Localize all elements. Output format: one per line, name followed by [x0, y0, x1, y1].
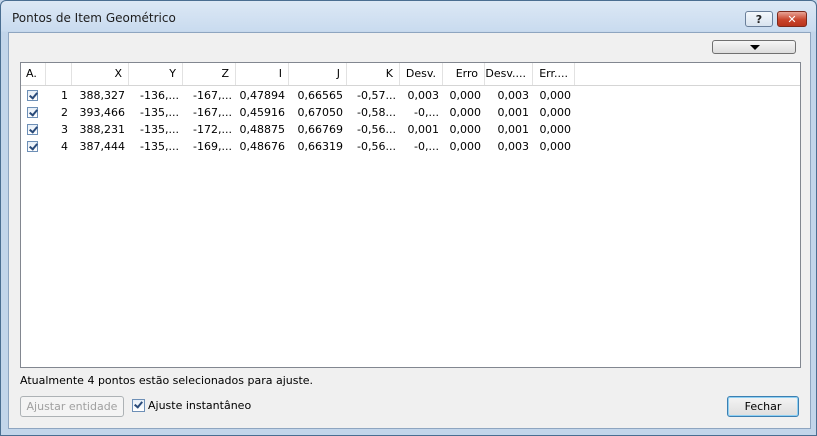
column-header[interactable]: X: [72, 63, 129, 85]
dropdown-arrow-icon: [750, 45, 760, 50]
cell-z: -172,...: [193, 123, 232, 136]
cell-y: -136,...: [140, 89, 179, 102]
points-table[interactable]: A. X Y Z I J K Desv. Erro Desv.... Err.... 1 388,32…: [20, 62, 801, 368]
table-row[interactable]: 1 388,327 -136,... -167,... 0,47894 0,66565 -0…: [21, 87, 800, 104]
cell-y: -135,...: [140, 123, 179, 136]
instant-adjust-checkbox[interactable]: [132, 399, 145, 412]
column-header[interactable]: J: [289, 63, 347, 85]
cell-x: 388,327: [79, 89, 126, 102]
cell-err2: 0,000: [539, 106, 572, 119]
dialog-window: Pontos de Item Geométrico ? ✕ A. X Y Z I J K De…: [0, 0, 817, 436]
title-bar[interactable]: Pontos de Item Geométrico ? ✕: [1, 1, 816, 33]
cell-i: 0,45916: [239, 106, 286, 119]
cell-erro: 0,000: [449, 89, 482, 102]
cell-desv2: 0,001: [497, 106, 530, 119]
column-header[interactable]: I: [236, 63, 289, 85]
cell-i: 0,47894: [239, 89, 286, 102]
cell-n: 4: [61, 140, 68, 153]
cell-desv: -0,...: [414, 140, 439, 153]
column-header[interactable]: Desv.: [400, 63, 443, 85]
cell-z: -167,...: [193, 89, 232, 102]
cell-err2: 0,000: [539, 123, 572, 136]
cell-desv2: 0,003: [497, 140, 530, 153]
column-header[interactable]: Y: [129, 63, 183, 85]
cell-j: 0,66565: [297, 89, 344, 102]
cell-z: -167,...: [193, 106, 232, 119]
adjust-entity-button[interactable]: Ajustar entidade: [20, 396, 124, 417]
cell-n: 3: [61, 123, 68, 136]
dialog-client-area: A. X Y Z I J K Desv. Erro Desv.... Err.... 1 388,32…: [8, 32, 811, 429]
table-row[interactable]: 4 387,444 -135,... -169,... 0,48676 0,66319 -0…: [21, 138, 800, 155]
cell-err2: 0,000: [539, 140, 572, 153]
help-button[interactable]: ?: [745, 11, 773, 27]
cell-j: 0,66769: [297, 123, 344, 136]
cell-k: -0,58...: [357, 106, 396, 119]
cell-i: 0,48676: [239, 140, 286, 153]
cell-desv: 0,001: [407, 123, 440, 136]
cell-j: 0,67050: [297, 106, 344, 119]
column-header[interactable]: Desv....: [485, 63, 533, 85]
table-row[interactable]: 3 388,231 -135,... -172,... 0,48875 0,66769 -0…: [21, 121, 800, 138]
cell-x: 387,444: [79, 140, 126, 153]
cell-j: 0,66319: [297, 140, 344, 153]
row-checkbox[interactable]: [27, 141, 38, 152]
cell-desv: 0,003: [407, 89, 440, 102]
cell-erro: 0,000: [449, 140, 482, 153]
table-header: A. X Y Z I J K Desv. Erro Desv.... Err....: [21, 63, 800, 86]
column-header[interactable]: [46, 63, 72, 85]
column-header[interactable]: K: [347, 63, 400, 85]
row-checkbox[interactable]: [27, 107, 38, 118]
cell-k: -0,56...: [357, 123, 396, 136]
row-checkbox[interactable]: [27, 90, 38, 101]
column-header[interactable]: Z: [183, 63, 236, 85]
close-button[interactable]: Fechar: [727, 396, 799, 417]
cell-desv2: 0,003: [497, 89, 530, 102]
cell-k: -0,56...: [357, 140, 396, 153]
cell-erro: 0,000: [449, 123, 482, 136]
cell-x: 388,231: [79, 123, 126, 136]
cell-n: 1: [61, 89, 68, 102]
cell-err2: 0,000: [539, 89, 572, 102]
cell-desv2: 0,001: [497, 123, 530, 136]
cell-y: -135,...: [140, 140, 179, 153]
cell-desv: -0,...: [414, 106, 439, 119]
column-header[interactable]: Err....: [533, 63, 575, 85]
cell-i: 0,48875: [239, 123, 286, 136]
window-title: Pontos de Item Geométrico: [12, 11, 176, 25]
cell-erro: 0,000: [449, 106, 482, 119]
options-menu-button[interactable]: [712, 40, 796, 54]
status-text: Atualmente 4 pontos estão selecionados p…: [20, 374, 314, 387]
column-header[interactable]: A.: [21, 63, 46, 85]
column-header[interactable]: Erro: [443, 63, 485, 85]
cell-k: -0,57...: [357, 89, 396, 102]
table-row[interactable]: 2 393,466 -135,... -167,... 0,45916 0,67050 -0…: [21, 104, 800, 121]
cell-z: -169,...: [193, 140, 232, 153]
cell-n: 2: [61, 106, 68, 119]
instant-adjust-option[interactable]: Ajuste instantâneo: [132, 399, 251, 412]
row-checkbox[interactable]: [27, 124, 38, 135]
close-window-button[interactable]: ✕: [777, 11, 807, 27]
cell-y: -135,...: [140, 106, 179, 119]
instant-adjust-label: Ajuste instantâneo: [148, 399, 252, 412]
cell-x: 393,466: [79, 106, 126, 119]
